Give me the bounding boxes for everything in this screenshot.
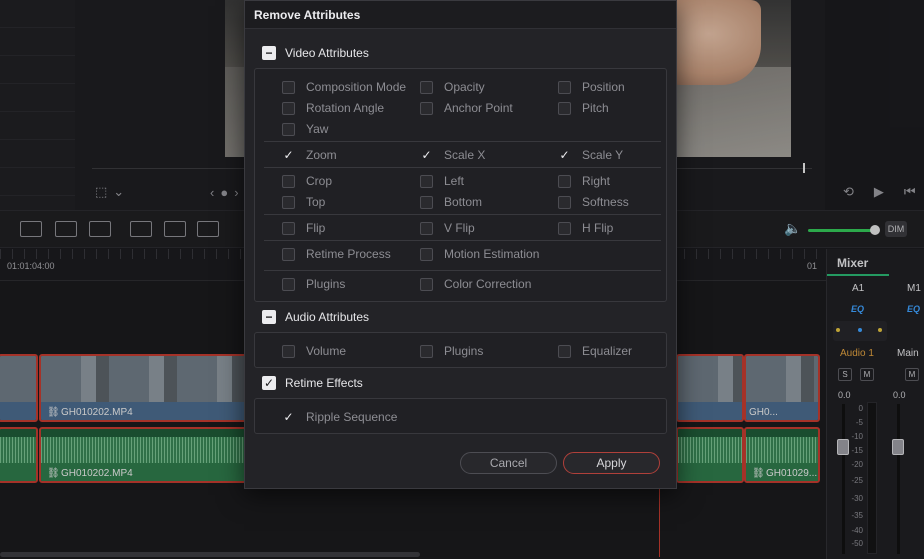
divider <box>264 141 661 142</box>
audio-attributes-header[interactable]: − Audio Attributes <box>262 309 369 325</box>
checkmark-icon[interactable]: ✓ <box>282 149 295 162</box>
checkbox-label: V Flip <box>444 221 475 235</box>
checkbox-label: Zoom <box>306 148 337 162</box>
checkbox-label: Volume <box>306 344 347 358</box>
checkbox-h-flip[interactable]: H Flip <box>558 220 613 236</box>
checkbox-icon[interactable] <box>282 277 295 291</box>
checkbox-icon[interactable] <box>282 101 295 115</box>
checkbox-label: Opacity <box>444 80 485 94</box>
retime-effects-label: Retime Effects <box>285 376 363 390</box>
checkbox-rotation-angle[interactable]: Rotation Angle <box>282 100 384 116</box>
checkbox-label: Pitch <box>582 101 609 115</box>
checkbox-icon[interactable] <box>558 80 571 94</box>
checkbox-top[interactable]: Top <box>282 194 325 210</box>
checkbox-label: Retime Process <box>306 247 391 261</box>
checkbox-flip[interactable]: Flip <box>282 220 325 236</box>
checkbox-ripple-sequence[interactable]: ✓ Ripple Sequence <box>282 409 397 425</box>
checkbox-label: Left <box>444 174 465 188</box>
checkbox-label: H Flip <box>582 221 614 235</box>
checkbox-icon[interactable] <box>420 247 433 261</box>
divider <box>264 270 661 271</box>
dialog-title: Remove Attributes <box>245 1 676 29</box>
checkbox-icon[interactable] <box>420 195 433 209</box>
cancel-button[interactable]: Cancel <box>460 452 557 474</box>
checkbox-icon[interactable] <box>558 221 571 235</box>
checkbox-label: Crop <box>306 174 333 188</box>
checkbox-checked-icon[interactable]: ✓ <box>262 376 276 390</box>
checkbox-icon[interactable] <box>558 101 571 115</box>
checkbox-label: Rotation Angle <box>306 101 385 115</box>
checkbox-icon[interactable] <box>282 174 295 188</box>
checkbox-volume[interactable]: Volume <box>282 343 346 359</box>
checkbox-label: Equalizer <box>582 344 633 358</box>
checkbox-label: Plugins <box>444 344 484 358</box>
apply-button[interactable]: Apply <box>563 452 660 474</box>
checkbox-label: Anchor Point <box>444 101 513 115</box>
checkbox-icon[interactable] <box>420 344 433 358</box>
collapse-icon[interactable]: − <box>262 310 276 324</box>
checkbox-label: Color Correction <box>444 277 532 291</box>
checkbox-bottom[interactable]: Bottom <box>420 194 482 210</box>
divider <box>264 214 661 215</box>
checkbox-label: Scale X <box>444 148 486 162</box>
checkbox-label: Top <box>306 195 326 209</box>
checkbox-label: Bottom <box>444 195 483 209</box>
checkbox-label: Ripple Sequence <box>306 410 398 424</box>
checkbox-icon[interactable] <box>420 80 433 94</box>
checkbox-label: Motion Estimation <box>444 247 540 261</box>
retime-effects-header[interactable]: ✓ Retime Effects <box>262 375 363 391</box>
checkbox-icon[interactable] <box>558 195 571 209</box>
checkbox-icon[interactable] <box>420 277 433 291</box>
checkbox-label: Right <box>582 174 611 188</box>
remove-attributes-dialog: Remove Attributes − Video Attributes Com… <box>244 0 677 489</box>
checkbox-left[interactable]: Left <box>420 173 464 189</box>
checkbox-icon[interactable] <box>282 195 295 209</box>
checkbox-softness[interactable]: Softness <box>558 194 629 210</box>
checkbox-retime-process[interactable]: Retime Process <box>282 246 391 262</box>
collapse-icon[interactable]: − <box>262 46 276 60</box>
checkbox-icon[interactable] <box>558 344 571 358</box>
checkbox-icon[interactable] <box>420 221 433 235</box>
checkbox-icon[interactable] <box>420 174 433 188</box>
checkbox-icon[interactable] <box>282 221 295 235</box>
divider <box>264 167 661 168</box>
checkbox-plugins[interactable]: Plugins <box>420 343 483 359</box>
checkbox-label: Plugins <box>306 277 346 291</box>
checkbox-v-flip[interactable]: V Flip <box>420 220 475 236</box>
checkbox-icon[interactable] <box>282 344 295 358</box>
checkbox-label: Softness <box>582 195 629 209</box>
checkbox-icon[interactable] <box>420 101 433 115</box>
checkbox-label: Flip <box>306 221 326 235</box>
checkbox-icon[interactable] <box>282 247 295 261</box>
checkbox-plugins[interactable]: Plugins <box>282 276 345 292</box>
checkbox-position[interactable]: Position <box>558 79 625 95</box>
checkbox-label: Yaw <box>306 122 329 136</box>
checkmark-icon[interactable]: ✓ <box>558 149 571 162</box>
video-attributes-header[interactable]: − Video Attributes <box>262 45 369 61</box>
checkmark-icon[interactable]: ✓ <box>282 411 295 424</box>
checkbox-composition-mode[interactable]: Composition Mode <box>282 79 406 95</box>
checkbox-opacity[interactable]: Opacity <box>420 79 485 95</box>
checkbox-icon[interactable] <box>282 122 295 136</box>
checkmark-icon[interactable]: ✓ <box>420 149 433 162</box>
checkbox-icon[interactable] <box>558 174 571 188</box>
checkbox-equalizer[interactable]: Equalizer <box>558 343 632 359</box>
checkbox-right[interactable]: Right <box>558 173 610 189</box>
checkbox-pitch[interactable]: Pitch <box>558 100 609 116</box>
checkbox-label: Composition Mode <box>306 80 407 94</box>
checkbox-crop[interactable]: Crop <box>282 173 332 189</box>
audio-attributes-label: Audio Attributes <box>285 310 370 324</box>
checkbox-zoom[interactable]: ✓ Zoom <box>282 147 337 163</box>
checkbox-label: Position <box>582 80 625 94</box>
checkbox-anchor-point[interactable]: Anchor Point <box>420 100 513 116</box>
checkbox-label: Scale Y <box>582 148 624 162</box>
video-attributes-label: Video Attributes <box>285 46 369 60</box>
checkbox-yaw[interactable]: Yaw <box>282 121 328 137</box>
checkbox-icon[interactable] <box>282 80 295 94</box>
checkbox-motion-estimation[interactable]: Motion Estimation <box>420 246 539 262</box>
checkbox-color-correction[interactable]: Color Correction <box>420 276 531 292</box>
checkbox-scale-x[interactable]: ✓ Scale X <box>420 147 485 163</box>
checkbox-scale-y[interactable]: ✓ Scale Y <box>558 147 623 163</box>
divider <box>264 240 661 241</box>
